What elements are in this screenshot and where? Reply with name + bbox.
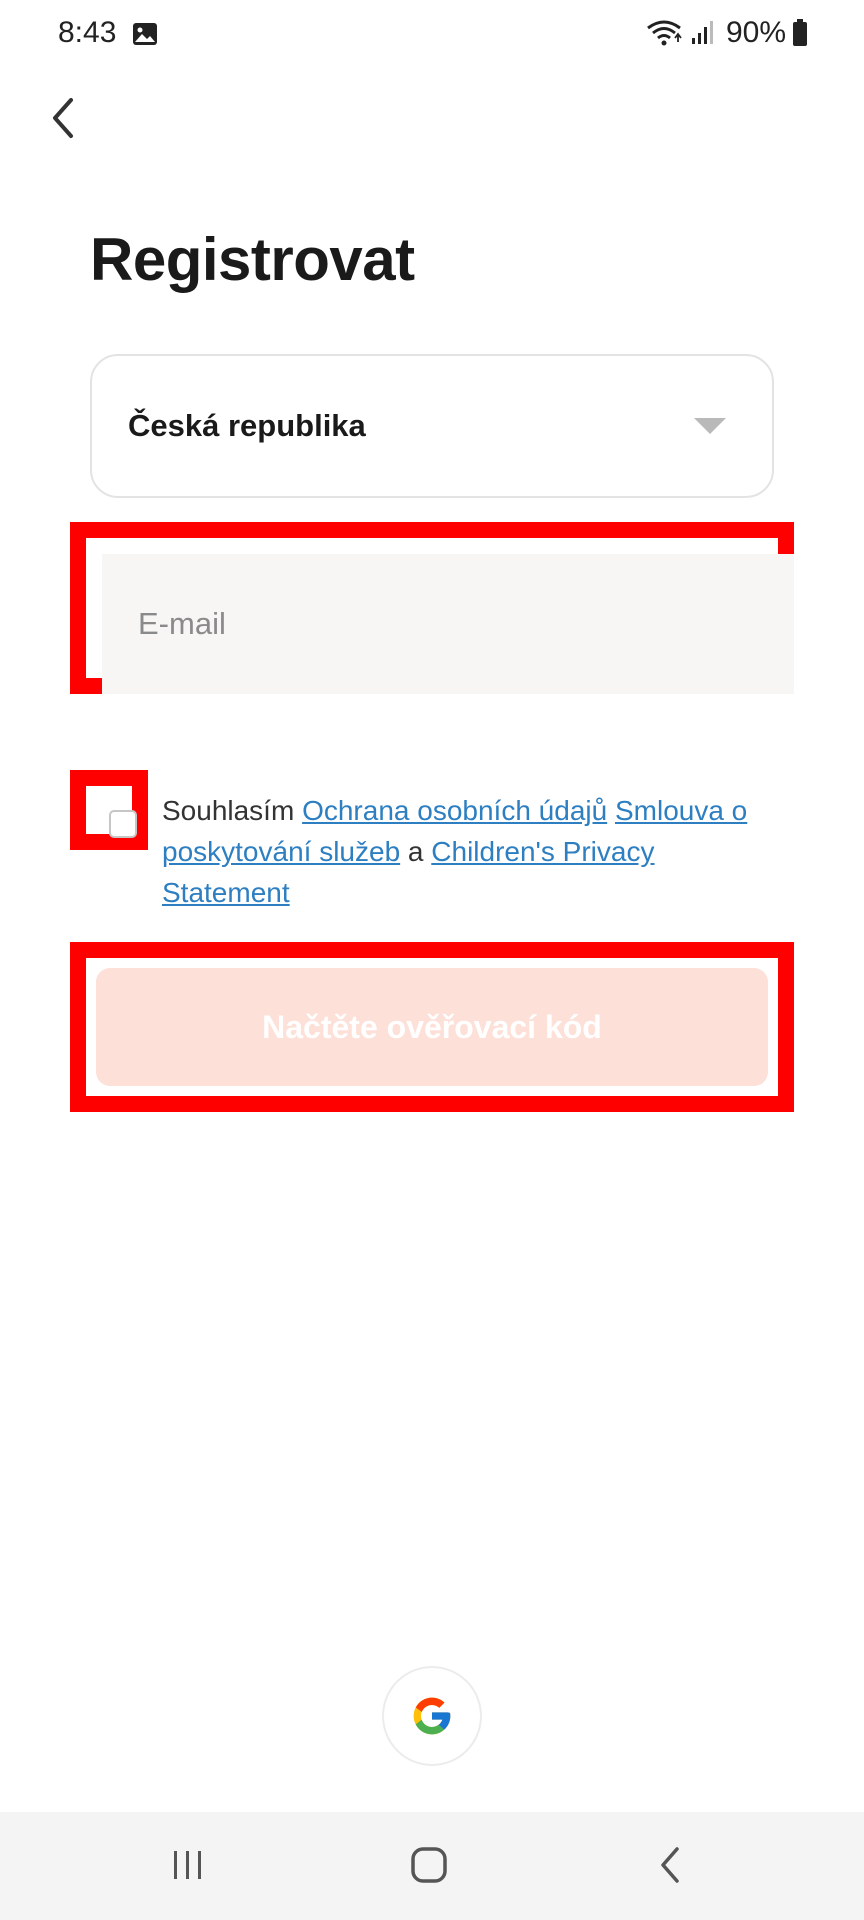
- photo-icon: [133, 23, 157, 45]
- email-highlight: [70, 522, 794, 694]
- country-selected-value: Česká republika: [128, 408, 366, 443]
- home-button[interactable]: [389, 1830, 469, 1900]
- privacy-policy-link[interactable]: Ochrana osobních údajů: [302, 795, 607, 826]
- wifi-icon: [647, 20, 682, 46]
- back-button[interactable]: [36, 90, 88, 146]
- google-icon: [413, 1697, 451, 1735]
- battery-percent: 90%: [725, 16, 786, 49]
- home-icon: [411, 1847, 447, 1883]
- battery-icon: [793, 19, 807, 46]
- chevron-left-icon: [53, 98, 73, 138]
- agreement-conjunction: a: [407, 836, 424, 867]
- get-verification-code-button[interactable]: Načtěte ověřovací kód: [96, 968, 768, 1086]
- submit-highlight: Načtěte ověřovací kód: [70, 942, 794, 1112]
- signal-icon: [691, 21, 713, 44]
- country-select[interactable]: Česká republika: [90, 354, 774, 498]
- system-nav-bar: [0, 1812, 864, 1920]
- status-icons: 90%: [644, 16, 808, 50]
- recent-apps-button[interactable]: [148, 1830, 228, 1900]
- google-login-button[interactable]: [382, 1666, 482, 1766]
- agreement-prefix: Souhlasím: [162, 795, 295, 826]
- back-icon: [661, 1847, 679, 1883]
- recent-apps-icon: [174, 1851, 201, 1879]
- chevron-down-icon: [694, 418, 726, 434]
- email-input[interactable]: [102, 554, 794, 694]
- status-time: 8:43: [58, 16, 117, 49]
- nav-back-button[interactable]: [630, 1830, 710, 1900]
- checkbox-highlight: [70, 770, 148, 850]
- status-bar: 8:43 90%: [0, 0, 864, 70]
- page-title: Registrovat: [90, 226, 415, 293]
- agreement-checkbox[interactable]: [109, 810, 137, 838]
- agreement-text: Souhlasím Ochrana osobních údajů Smlouva…: [162, 790, 782, 913]
